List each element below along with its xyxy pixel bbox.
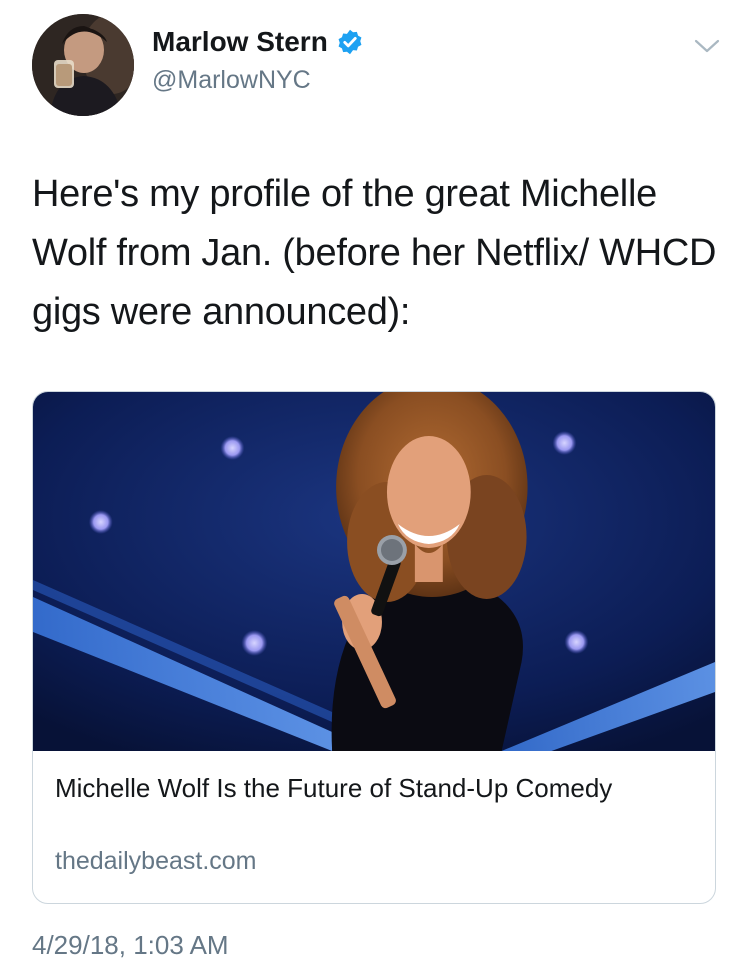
tweet-timestamp[interactable]: 4/29/18, 1:03 AM [32,930,229,961]
chevron-down-icon[interactable] [692,36,722,56]
card-image[interactable] [33,392,715,751]
card-title[interactable]: Michelle Wolf Is the Future of Stand-Up … [55,770,675,807]
card-domain[interactable]: thedailybeast.com [55,847,257,876]
verified-badge-icon [338,29,362,55]
author-handle[interactable]: @MarlowNYC [152,66,311,95]
author-name-row[interactable]: Marlow Stern [152,26,364,58]
tweet-text: Here's my profile of the great Michelle … [32,173,717,333]
display-name[interactable]: Marlow Stern [152,26,328,58]
avatar[interactable] [32,14,134,116]
avatar-photo [32,14,134,116]
link-card[interactable]: Michelle Wolf Is the Future of Stand-Up … [32,391,716,904]
